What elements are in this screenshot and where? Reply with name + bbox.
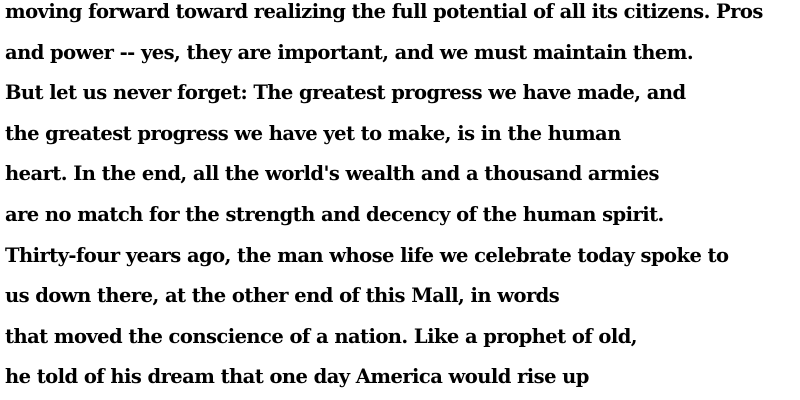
text-line: the greatest progress we have yet to mak… — [5, 121, 621, 145]
text-line: us down there, at the other end of this … — [5, 284, 560, 308]
text-line: moving forward toward realizing the full… — [5, 0, 763, 23]
text-line: he told of his dream that one day Americ… — [5, 365, 589, 389]
text-line: heart. In the end, all the world's wealt… — [5, 162, 660, 186]
text-line: are no match for the strength and decenc… — [5, 202, 664, 226]
document-text: moving forward toward realizing the full… — [5, 0, 800, 398]
text-line: that moved the conscience of a nation. L… — [5, 324, 638, 348]
text-line: Thirty-four years ago, the man whose lif… — [5, 243, 729, 267]
text-line: and power -- yes, they are important, an… — [5, 40, 694, 64]
text-line: But let us never forget: The greatest pr… — [5, 81, 686, 105]
